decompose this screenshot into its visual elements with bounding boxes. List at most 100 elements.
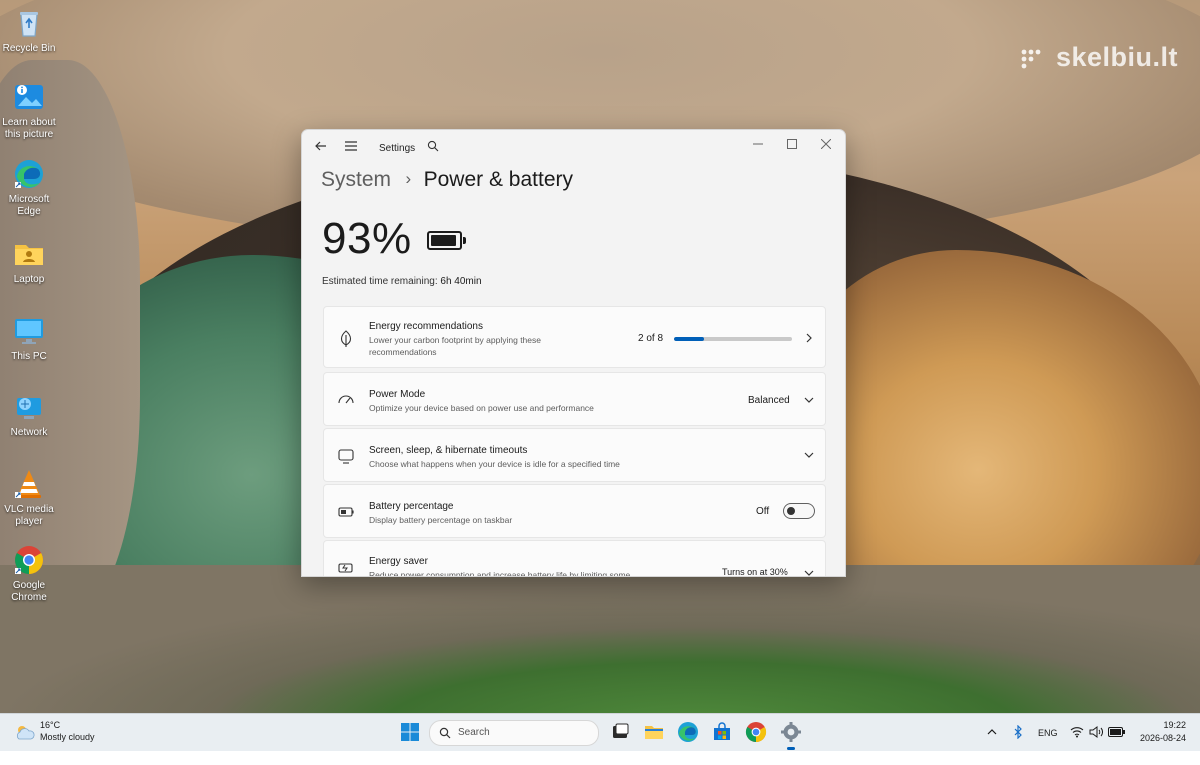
power-mode-card[interactable]: Power Mode Optimize your device based on… (323, 372, 826, 426)
taskbar-search-box[interactable]: Search (429, 720, 599, 746)
estimated-time-value: 6h 40min (440, 276, 482, 287)
power-mode-gauge-icon (338, 395, 354, 404)
card-title: Energy saver (369, 556, 428, 567)
desktop-icon-recycle-bin[interactable]: Recycle Bin (0, 6, 58, 55)
task-view-icon (613, 723, 629, 738)
leaf-icon (340, 330, 352, 347)
language-indicator[interactable]: ENG (1038, 728, 1058, 765)
card-description: Reduce power consumption and increase ba… (369, 570, 631, 577)
back-button[interactable] (311, 138, 331, 158)
close-button[interactable] (809, 134, 843, 156)
window-title: Settings (379, 143, 416, 154)
settings-taskbar-button[interactable] (779, 720, 803, 750)
breadcrumb-system-link[interactable]: System (321, 168, 391, 191)
battery-tray-button[interactable] (1108, 727, 1126, 764)
network-tray-button[interactable] (1070, 726, 1084, 763)
desktop-icon-network[interactable]: Network (0, 390, 58, 439)
weather-condition: Mostly cloudy (40, 732, 95, 742)
bluetooth-tray-button[interactable] (1012, 724, 1024, 762)
desktop-icon-label: Google Chrome (11, 580, 47, 603)
wifi-icon (1070, 727, 1084, 738)
minimize-button[interactable] (741, 134, 775, 156)
battery-percent: 93% (322, 214, 412, 263)
edge-taskbar-button[interactable] (676, 720, 700, 744)
chevron-down-icon[interactable] (803, 394, 815, 406)
maximize-icon (787, 139, 797, 149)
card-description: Display battery percentage on taskbar (369, 515, 513, 525)
store-taskbar-button[interactable] (710, 720, 734, 744)
gear-icon (781, 722, 801, 742)
desktop-icon-laptop-folder[interactable]: Laptop (0, 237, 58, 286)
folder-icon (645, 726, 663, 739)
desktop-icon-label: Laptop (13, 274, 45, 285)
battery-icon (427, 231, 466, 250)
menu-button[interactable] (341, 138, 361, 158)
search-placeholder: Search (458, 727, 490, 738)
power-mode-dropdown[interactable]: Balanced (748, 395, 790, 406)
screen-sleep-timeouts-card[interactable]: Screen, sleep, & hibernate timeouts Choo… (323, 428, 826, 482)
energy-saver-card[interactable]: Energy saver Reduce power consumption an… (323, 540, 826, 577)
desktop-icon-label: Network (10, 427, 48, 438)
recycle-bin-icon (12, 6, 46, 40)
watermark: skelbiu.lt (1020, 42, 1178, 73)
minimize-icon (753, 143, 763, 145)
desktop-icon-label: VLC media player (4, 504, 54, 527)
desktop-icon-label: Microsoft Edge (8, 194, 50, 217)
estimated-time: Estimated time remaining: 6h 40min (322, 276, 482, 287)
toggle-knob (787, 507, 795, 515)
store-icon (714, 722, 730, 740)
hamburger-icon (345, 141, 357, 151)
battery-percentage-toggle[interactable] (783, 503, 815, 519)
edge-icon (12, 157, 46, 191)
breadcrumb-separator: › (405, 169, 412, 188)
chrome-icon (745, 722, 767, 743)
desktop-icon-chrome[interactable]: Google Chrome (0, 543, 58, 604)
card-description: Choose what happens when your device is … (369, 459, 620, 469)
card-title: Energy recommendations (369, 321, 483, 332)
card-title: Battery percentage (369, 501, 454, 512)
maximize-button[interactable] (775, 134, 809, 156)
watermark-dots-icon (1021, 49, 1041, 69)
desktop-icon-this-pc[interactable]: This PC (0, 314, 58, 363)
card-description: Lower your carbon footprint by applying … (369, 335, 541, 357)
settings-window: Settings System › Power & battery 93% Es… (301, 129, 846, 577)
recommendations-progress-fill (674, 337, 704, 341)
card-description: Optimize your device based on power use … (369, 403, 594, 413)
volume-tray-button[interactable] (1089, 726, 1103, 763)
weather-widget[interactable]: 16°C Mostly cloudy (14, 719, 124, 747)
watermark-text: skelbiu.lt (1055, 42, 1178, 72)
recommendations-progress-bar (674, 337, 792, 341)
search-button[interactable] (423, 137, 443, 157)
user-folder-icon (12, 237, 46, 271)
desktop-icon-label: Recycle Bin (2, 43, 56, 54)
battery-settings-icon (338, 507, 354, 517)
bluetooth-icon (1014, 724, 1022, 740)
chevron-down-icon[interactable] (803, 449, 815, 461)
desktop-icon-vlc[interactable]: VLC media player (0, 467, 58, 528)
estimated-time-label: Estimated time remaining: (322, 276, 438, 287)
title-bar[interactable]: Settings (302, 130, 845, 166)
energy-saver-threshold: Turns on at 30% (722, 567, 788, 577)
vlc-icon (12, 467, 46, 501)
desktop-icon-edge[interactable]: Microsoft Edge (0, 157, 58, 218)
back-arrow-icon (315, 141, 326, 151)
file-explorer-button[interactable] (642, 720, 666, 744)
battery-percentage-card: Battery percentage Display battery perce… (323, 484, 826, 538)
chevron-down-icon[interactable] (803, 567, 815, 577)
task-view-button[interactable] (608, 720, 632, 744)
desktop-icon-learn-about-picture[interactable]: Learn about this picture (0, 80, 58, 141)
start-button[interactable] (398, 720, 422, 744)
chrome-taskbar-button[interactable] (744, 720, 768, 744)
search-icon (427, 140, 439, 152)
chevron-right-icon (806, 333, 812, 343)
page-title: Power & battery (423, 168, 573, 191)
weather-temperature: 16°C (40, 720, 61, 730)
close-icon (820, 138, 832, 150)
energy-recommendations-card[interactable]: Energy recommendations Lower your carbon… (323, 306, 826, 368)
show-hidden-icons-button[interactable] (986, 726, 998, 763)
clock[interactable]: 19:22 2026-08-24 (1140, 719, 1186, 745)
edge-icon (678, 722, 698, 742)
learn-about-picture-icon (12, 80, 46, 114)
breadcrumb: System › Power & battery (321, 168, 573, 196)
chrome-icon (12, 543, 46, 577)
